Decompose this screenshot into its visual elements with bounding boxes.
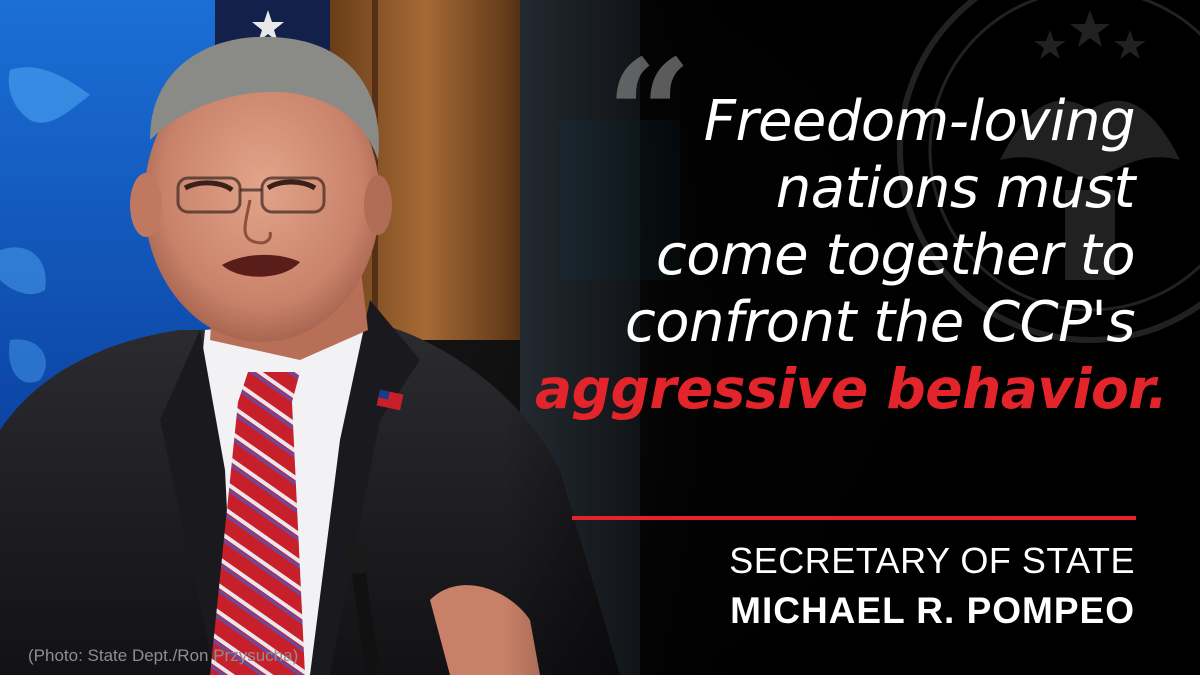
photo-credit: (Photo: State Dept./Ron Przysucha)	[28, 646, 299, 665]
quote-card: “ Freedom-loving nations must come toget…	[0, 0, 1200, 675]
accent-divider	[572, 516, 1136, 520]
quote-line: nations must	[775, 156, 1136, 221]
quote-text: Freedom-loving nations must come togethe…	[535, 88, 1168, 423]
quote-line: confront the CCP's	[624, 290, 1136, 355]
quote-emphasis: aggressive behavior.	[535, 357, 1168, 421]
quote-line: Freedom-loving	[703, 89, 1136, 154]
speaker-title: SECRETARY OF STATE	[729, 540, 1135, 581]
speaker-name: MICHAEL R. POMPEO	[730, 590, 1135, 631]
quote-line: come together to	[655, 223, 1136, 288]
